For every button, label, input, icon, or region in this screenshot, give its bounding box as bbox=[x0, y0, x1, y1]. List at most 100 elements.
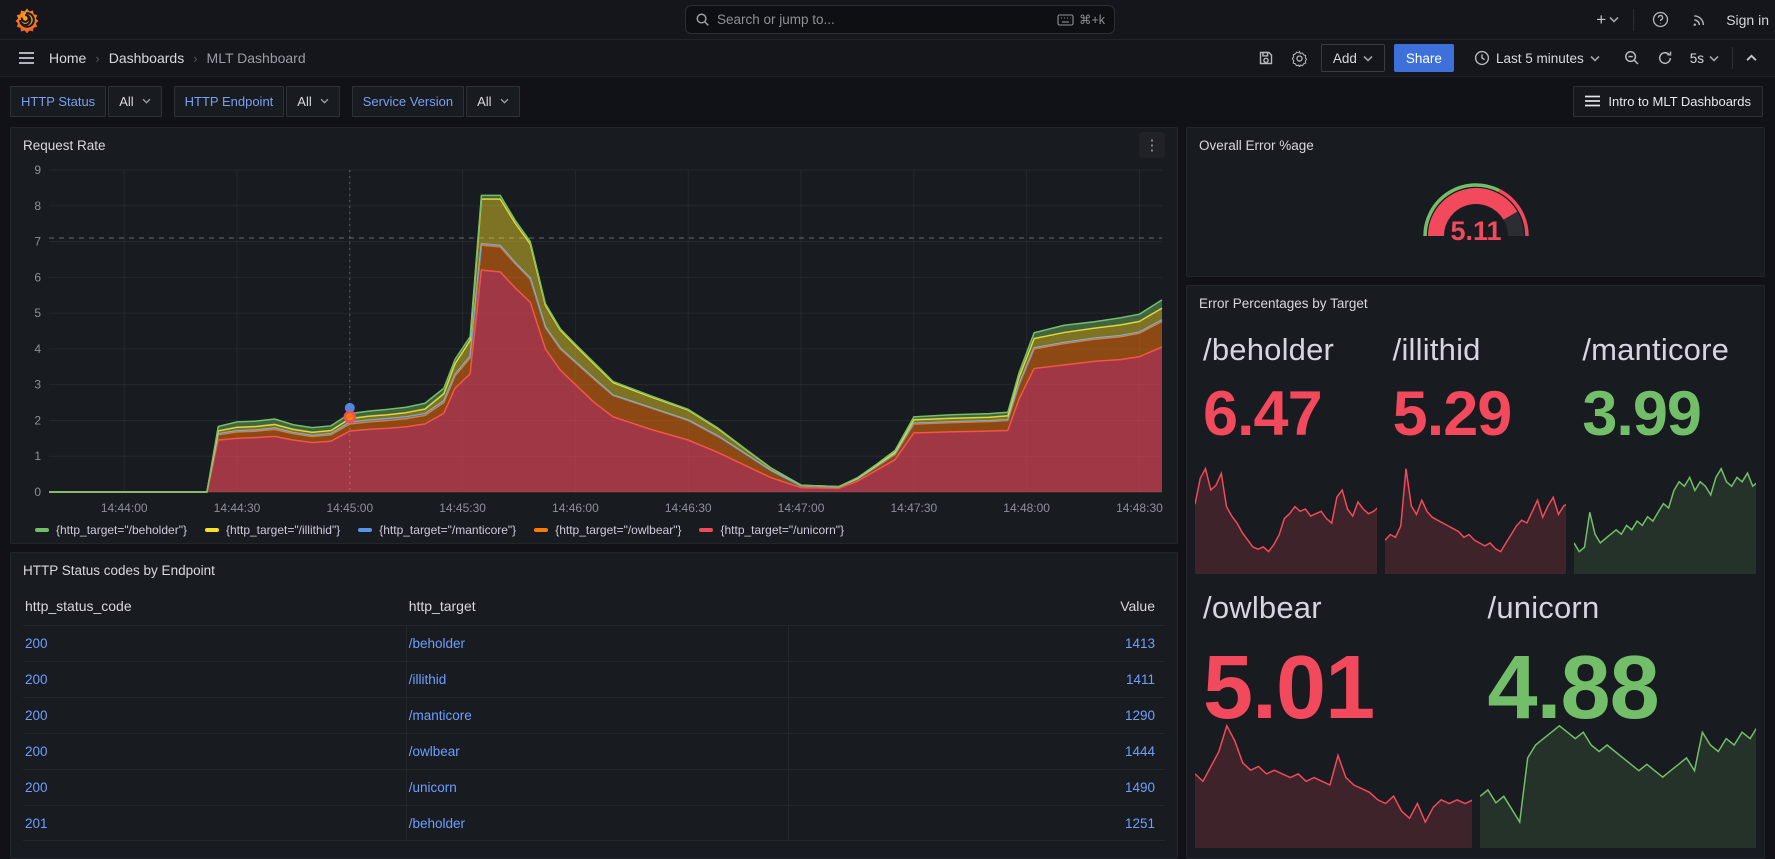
top-nav: ⌘+k + Sign in bbox=[0, 0, 1775, 40]
variable-value-http-status[interactable]: All bbox=[108, 86, 161, 117]
question-circle-icon bbox=[1652, 11, 1669, 28]
column-header-http-status-code[interactable]: http_status_code bbox=[23, 598, 407, 614]
legend-item-beholder[interactable]: {http_target="/beholder"} bbox=[35, 523, 187, 537]
svg-text:14:44:00: 14:44:00 bbox=[101, 501, 148, 515]
svg-text:14:47:00: 14:47:00 bbox=[778, 501, 825, 515]
help-button[interactable] bbox=[1648, 7, 1673, 32]
magnifier-minus-icon bbox=[1624, 50, 1640, 66]
variable-label-service-version[interactable]: Service Version bbox=[352, 86, 464, 117]
cell-http-status-code[interactable]: 200 bbox=[25, 672, 48, 687]
share-button[interactable]: Share bbox=[1394, 44, 1454, 72]
chevron-down-icon bbox=[500, 98, 509, 104]
cell-value[interactable]: 1413 bbox=[1125, 636, 1155, 651]
grafana-logo-icon[interactable] bbox=[14, 7, 40, 33]
legend-item-manticore[interactable]: {http_target="/manticore"} bbox=[358, 523, 516, 537]
svg-text:0: 0 bbox=[34, 485, 41, 499]
request-rate-chart[interactable]: 012345678914:44:0014:44:3014:45:0014:45:… bbox=[19, 162, 1169, 520]
panel-overall-error: Overall Error %age 5.11 bbox=[1186, 127, 1765, 277]
column-header-http-target[interactable]: http_target bbox=[407, 598, 790, 614]
breadcrumb-dashboards[interactable]: Dashboards bbox=[109, 50, 185, 66]
sparkline bbox=[1480, 718, 1757, 848]
cell-value[interactable]: 1490 bbox=[1125, 780, 1155, 795]
cell-value[interactable]: 1444 bbox=[1125, 744, 1155, 759]
cell-http-target[interactable]: /beholder bbox=[409, 816, 465, 831]
panel-title-error-by-target[interactable]: Error Percentages by Target bbox=[1199, 296, 1368, 311]
mega-menu-button[interactable] bbox=[14, 47, 39, 69]
intro-to-mlt-dashboards-button[interactable]: Intro to MLT Dashboards bbox=[1573, 86, 1763, 117]
stat-tile-owlbear: /owlbear 5.01 bbox=[1195, 582, 1472, 848]
cell-http-target[interactable]: /owlbear bbox=[409, 744, 460, 759]
stat-tile-unicorn: /unicorn 4.88 bbox=[1480, 582, 1757, 848]
breadcrumb-current: MLT Dashboard bbox=[207, 50, 306, 66]
svg-text:14:45:30: 14:45:30 bbox=[439, 501, 486, 515]
hamburger-icon bbox=[18, 51, 35, 65]
variable-http-status: HTTP Status All bbox=[10, 86, 162, 117]
cell-http-status-code[interactable]: 201 bbox=[25, 816, 48, 831]
stat-tile-illithid: /illithid 5.29 bbox=[1385, 324, 1567, 574]
search-icon bbox=[695, 12, 710, 27]
rss-icon bbox=[1691, 11, 1708, 28]
news-rss-button[interactable] bbox=[1687, 7, 1712, 32]
panel-title-request-rate[interactable]: Request Rate bbox=[23, 138, 106, 153]
breadcrumb-home[interactable]: Home bbox=[49, 50, 86, 66]
column-header-value[interactable]: Value bbox=[789, 598, 1165, 614]
divider bbox=[1732, 47, 1733, 69]
new-menu-button[interactable]: + bbox=[1596, 10, 1619, 30]
panel-title-overall-error[interactable]: Overall Error %age bbox=[1199, 138, 1314, 153]
search-bar[interactable]: ⌘+k bbox=[685, 5, 1115, 34]
time-range-picker[interactable]: Last 5 minutes bbox=[1463, 44, 1611, 72]
gear-icon bbox=[1291, 50, 1308, 67]
panel-menu-kebab-icon[interactable]: ⋮ bbox=[1139, 132, 1165, 158]
cell-http-target[interactable]: /unicorn bbox=[409, 780, 457, 795]
svg-text:9: 9 bbox=[34, 163, 41, 177]
variable-label-http-endpoint[interactable]: HTTP Endpoint bbox=[174, 86, 285, 117]
refresh-icon bbox=[1657, 50, 1673, 66]
legend-color-mark bbox=[35, 528, 49, 532]
stat-tile-beholder: /beholder 6.47 bbox=[1195, 324, 1377, 574]
legend-item-illithid[interactable]: {http_target="/illithid"} bbox=[205, 523, 340, 537]
panel-http-status-table: HTTP Status codes by Endpoint http_statu… bbox=[10, 552, 1178, 859]
svg-text:2: 2 bbox=[34, 413, 41, 427]
collapse-toolbar-button[interactable] bbox=[1742, 50, 1761, 66]
panel-title-http-status-table[interactable]: HTTP Status codes by Endpoint bbox=[23, 563, 215, 578]
sparkline bbox=[1195, 462, 1377, 574]
cell-http-target[interactable]: /beholder bbox=[409, 636, 465, 651]
cell-http-target[interactable]: /manticore bbox=[409, 708, 472, 723]
save-dashboard-button[interactable] bbox=[1254, 46, 1278, 70]
stat-label: /beholder bbox=[1203, 332, 1369, 368]
legend-item-owlbear[interactable]: {http_target="/owlbear"} bbox=[534, 523, 681, 537]
dashboard-settings-button[interactable] bbox=[1287, 46, 1312, 71]
chevron-down-icon bbox=[1363, 55, 1373, 62]
svg-text:14:45:00: 14:45:00 bbox=[326, 501, 373, 515]
variable-value-http-endpoint[interactable]: All bbox=[286, 86, 339, 117]
stat-value: 6.47 bbox=[1203, 382, 1369, 448]
refresh-interval-picker[interactable]: 5s bbox=[1686, 47, 1723, 70]
svg-text:14:48:00: 14:48:00 bbox=[1003, 501, 1050, 515]
sparkline bbox=[1195, 718, 1472, 848]
cell-http-status-code[interactable]: 200 bbox=[25, 744, 48, 759]
variable-label-http-status[interactable]: HTTP Status bbox=[10, 86, 106, 117]
legend-color-mark bbox=[699, 528, 713, 532]
stat-tile-manticore: /manticore 3.99 bbox=[1574, 324, 1756, 574]
refresh-button[interactable] bbox=[1653, 46, 1677, 70]
sign-in-button[interactable]: Sign in bbox=[1726, 12, 1769, 28]
table-row: 200 /illithid 1411 bbox=[23, 661, 1165, 697]
cell-http-status-code[interactable]: 200 bbox=[25, 708, 48, 723]
breadcrumb-separator: › bbox=[193, 51, 197, 66]
svg-text:6: 6 bbox=[34, 270, 41, 284]
cell-http-status-code[interactable]: 200 bbox=[25, 636, 48, 651]
legend-item-unicorn[interactable]: {http_target="/unicorn"} bbox=[699, 523, 844, 537]
cell-http-status-code[interactable]: 200 bbox=[25, 780, 48, 795]
variable-value-service-version[interactable]: All bbox=[466, 86, 519, 117]
svg-text:1: 1 bbox=[34, 449, 41, 463]
svg-text:3: 3 bbox=[34, 378, 41, 392]
cell-value[interactable]: 1290 bbox=[1125, 708, 1155, 723]
add-panel-button[interactable]: Add bbox=[1321, 44, 1385, 72]
cell-value[interactable]: 1251 bbox=[1125, 816, 1155, 831]
stat-value: 3.99 bbox=[1582, 382, 1748, 448]
search-input[interactable] bbox=[717, 12, 1050, 27]
search-shortcut: ⌘+k bbox=[1057, 12, 1105, 27]
cell-http-target[interactable]: /illithid bbox=[409, 672, 447, 687]
zoom-out-time-button[interactable] bbox=[1620, 46, 1644, 70]
cell-value[interactable]: 1411 bbox=[1126, 672, 1155, 687]
